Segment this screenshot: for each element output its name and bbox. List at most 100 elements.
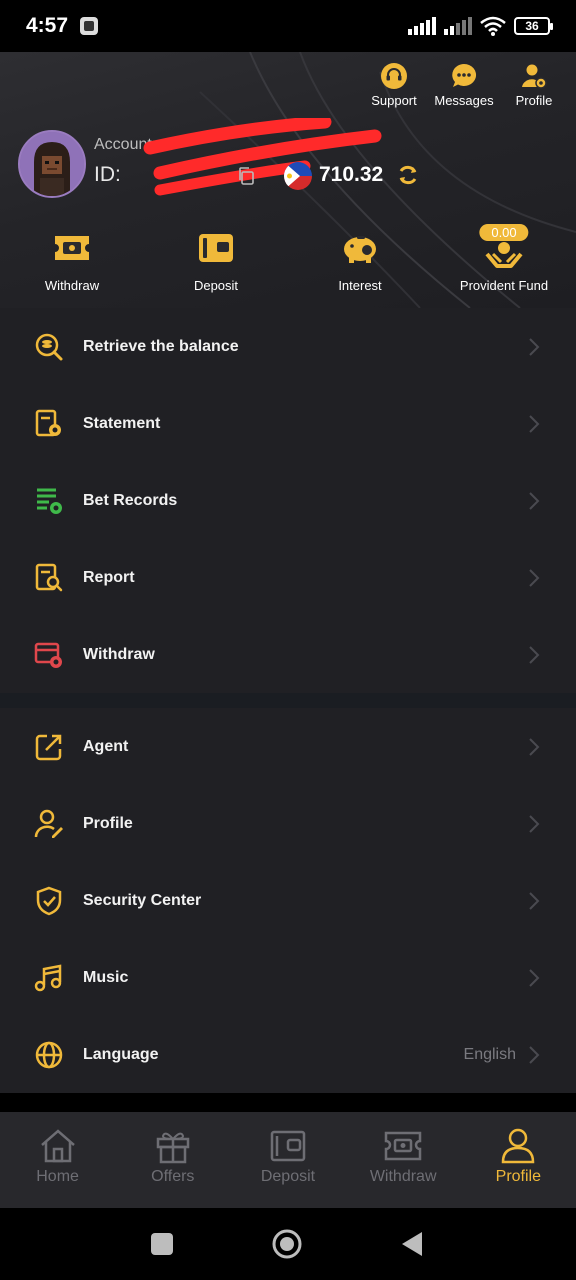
avatar[interactable] bbox=[18, 130, 86, 198]
menu-item-profile[interactable]: Profile bbox=[0, 785, 576, 862]
section-divider bbox=[0, 693, 576, 708]
id-label: ID: bbox=[94, 163, 121, 186]
menu-item-statement[interactable]: Statement bbox=[0, 385, 576, 462]
globe-icon bbox=[35, 1041, 63, 1068]
nav-deposit[interactable]: Deposit bbox=[230, 1112, 345, 1208]
quick-actions: Withdraw Deposit Interest 0.00 Provident… bbox=[0, 224, 576, 293]
wallet-icon bbox=[199, 234, 233, 262]
bottom-navigation: Home Offers Deposit Withdraw Profile bbox=[0, 1112, 576, 1208]
share-icon bbox=[35, 734, 62, 760]
menu-label: Statement bbox=[83, 414, 161, 432]
menu-label: Music bbox=[83, 968, 129, 986]
withdraw-card-icon bbox=[34, 642, 62, 668]
user-gear-icon bbox=[522, 64, 547, 89]
chevron-right-icon bbox=[529, 814, 540, 833]
chevron-right-icon bbox=[529, 568, 540, 587]
menu-item-music[interactable]: Music bbox=[0, 939, 576, 1016]
avatar-image bbox=[20, 132, 84, 196]
signal-strength-icon bbox=[408, 17, 436, 35]
profile-menu: Retrieve the balance Statement Bet Recor… bbox=[0, 308, 576, 1093]
refresh-balance-icon[interactable] bbox=[396, 163, 420, 187]
chat-icon bbox=[452, 63, 477, 87]
home-button-icon[interactable] bbox=[271, 1228, 303, 1260]
quick-deposit-button[interactable]: Deposit bbox=[144, 228, 288, 293]
withdraw-ticket-icon bbox=[384, 1131, 422, 1161]
nav-offers[interactable]: Offers bbox=[115, 1112, 230, 1208]
chevron-right-icon bbox=[529, 414, 540, 433]
menu-item-retrieve-balance[interactable]: Retrieve the balance bbox=[0, 308, 576, 385]
quick-withdraw-label: Withdraw bbox=[44, 278, 100, 293]
report-icon bbox=[35, 563, 63, 591]
support-label: Support bbox=[371, 93, 417, 108]
shield-check-icon bbox=[36, 886, 62, 915]
nav-label: Deposit bbox=[260, 1168, 316, 1185]
headset-icon bbox=[381, 63, 407, 89]
back-button-icon[interactable] bbox=[400, 1231, 424, 1257]
music-icon bbox=[34, 963, 62, 991]
status-time: 4:57 bbox=[26, 14, 69, 37]
gift-icon bbox=[156, 1132, 190, 1164]
bet-records-icon bbox=[37, 488, 62, 514]
status-indicators: 36 bbox=[408, 16, 553, 36]
chevron-right-icon bbox=[529, 337, 540, 356]
nav-profile[interactable]: Profile bbox=[461, 1112, 576, 1208]
balance-amount: 710.32 bbox=[319, 163, 384, 186]
quick-withdraw-button[interactable]: Withdraw bbox=[0, 228, 144, 293]
status-bar: 4:57 36 bbox=[0, 0, 576, 52]
menu-group-settings: Agent Profile Security Center Music Lang… bbox=[0, 708, 576, 1093]
chevron-right-icon bbox=[529, 891, 540, 910]
menu-label: Bet Records bbox=[83, 491, 178, 509]
nav-label: Withdraw bbox=[369, 1168, 437, 1185]
menu-item-withdraw[interactable]: Withdraw bbox=[0, 616, 576, 693]
top-actions: Support Messages Profile bbox=[366, 62, 562, 108]
provident-fund-badge: 0.00 bbox=[479, 224, 529, 241]
profile-header: Support Messages Profile Account: ID: 71… bbox=[0, 52, 576, 308]
statement-icon bbox=[35, 409, 61, 436]
nav-home[interactable]: Home bbox=[0, 1112, 115, 1208]
quick-provident-fund-label: Provident Fund bbox=[459, 278, 549, 293]
menu-item-language[interactable]: Language English bbox=[0, 1016, 576, 1093]
menu-label: Withdraw bbox=[83, 645, 155, 663]
menu-item-security-center[interactable]: Security Center bbox=[0, 862, 576, 939]
system-navigation-bar bbox=[0, 1208, 576, 1280]
coin-search-icon bbox=[35, 333, 63, 360]
menu-item-agent[interactable]: Agent bbox=[0, 708, 576, 785]
nav-label: Home bbox=[36, 1168, 79, 1185]
menu-group-account: Retrieve the balance Statement Bet Recor… bbox=[0, 308, 576, 693]
chevron-right-icon bbox=[529, 491, 540, 510]
menu-label: Agent bbox=[83, 737, 129, 755]
copy-icon[interactable] bbox=[236, 166, 256, 186]
menu-label: Profile bbox=[83, 814, 133, 832]
quick-provident-fund-button[interactable]: 0.00 Provident Fund bbox=[432, 224, 576, 293]
quick-deposit-label: Deposit bbox=[193, 278, 239, 293]
recents-button-icon[interactable] bbox=[150, 1232, 174, 1256]
philippines-flag-icon bbox=[284, 162, 312, 190]
home-icon bbox=[40, 1129, 75, 1163]
wallet-icon bbox=[270, 1130, 306, 1162]
withdraw-ticket-icon bbox=[55, 236, 89, 260]
piggy-bank-icon bbox=[344, 236, 376, 263]
signal-strength-2-icon bbox=[444, 17, 472, 35]
user-edit-icon bbox=[34, 809, 63, 838]
battery-icon: 36 bbox=[514, 17, 553, 35]
messages-label: Messages bbox=[434, 93, 494, 108]
menu-label: Security Center bbox=[83, 891, 202, 909]
language-value: English bbox=[463, 1045, 516, 1063]
menu-label: Language bbox=[83, 1045, 159, 1063]
chevron-right-icon bbox=[529, 737, 540, 756]
chevron-right-icon bbox=[529, 968, 540, 987]
nav-withdraw[interactable]: Withdraw bbox=[346, 1112, 461, 1208]
messages-button[interactable]: Messages bbox=[434, 62, 494, 108]
nav-label: Offers bbox=[151, 1168, 195, 1185]
menu-item-report[interactable]: Report bbox=[0, 539, 576, 616]
quick-interest-label: Interest bbox=[338, 278, 382, 293]
menu-label: Retrieve the balance bbox=[83, 337, 239, 355]
support-button[interactable]: Support bbox=[366, 62, 422, 108]
menu-label: Report bbox=[83, 568, 135, 586]
profile-top-label: Profile bbox=[515, 93, 553, 108]
profile-top-button[interactable]: Profile bbox=[506, 62, 562, 108]
quick-interest-button[interactable]: Interest bbox=[288, 228, 432, 293]
chevron-right-icon bbox=[529, 1045, 540, 1064]
chevron-right-icon bbox=[529, 645, 540, 664]
menu-item-bet-records[interactable]: Bet Records bbox=[0, 462, 576, 539]
